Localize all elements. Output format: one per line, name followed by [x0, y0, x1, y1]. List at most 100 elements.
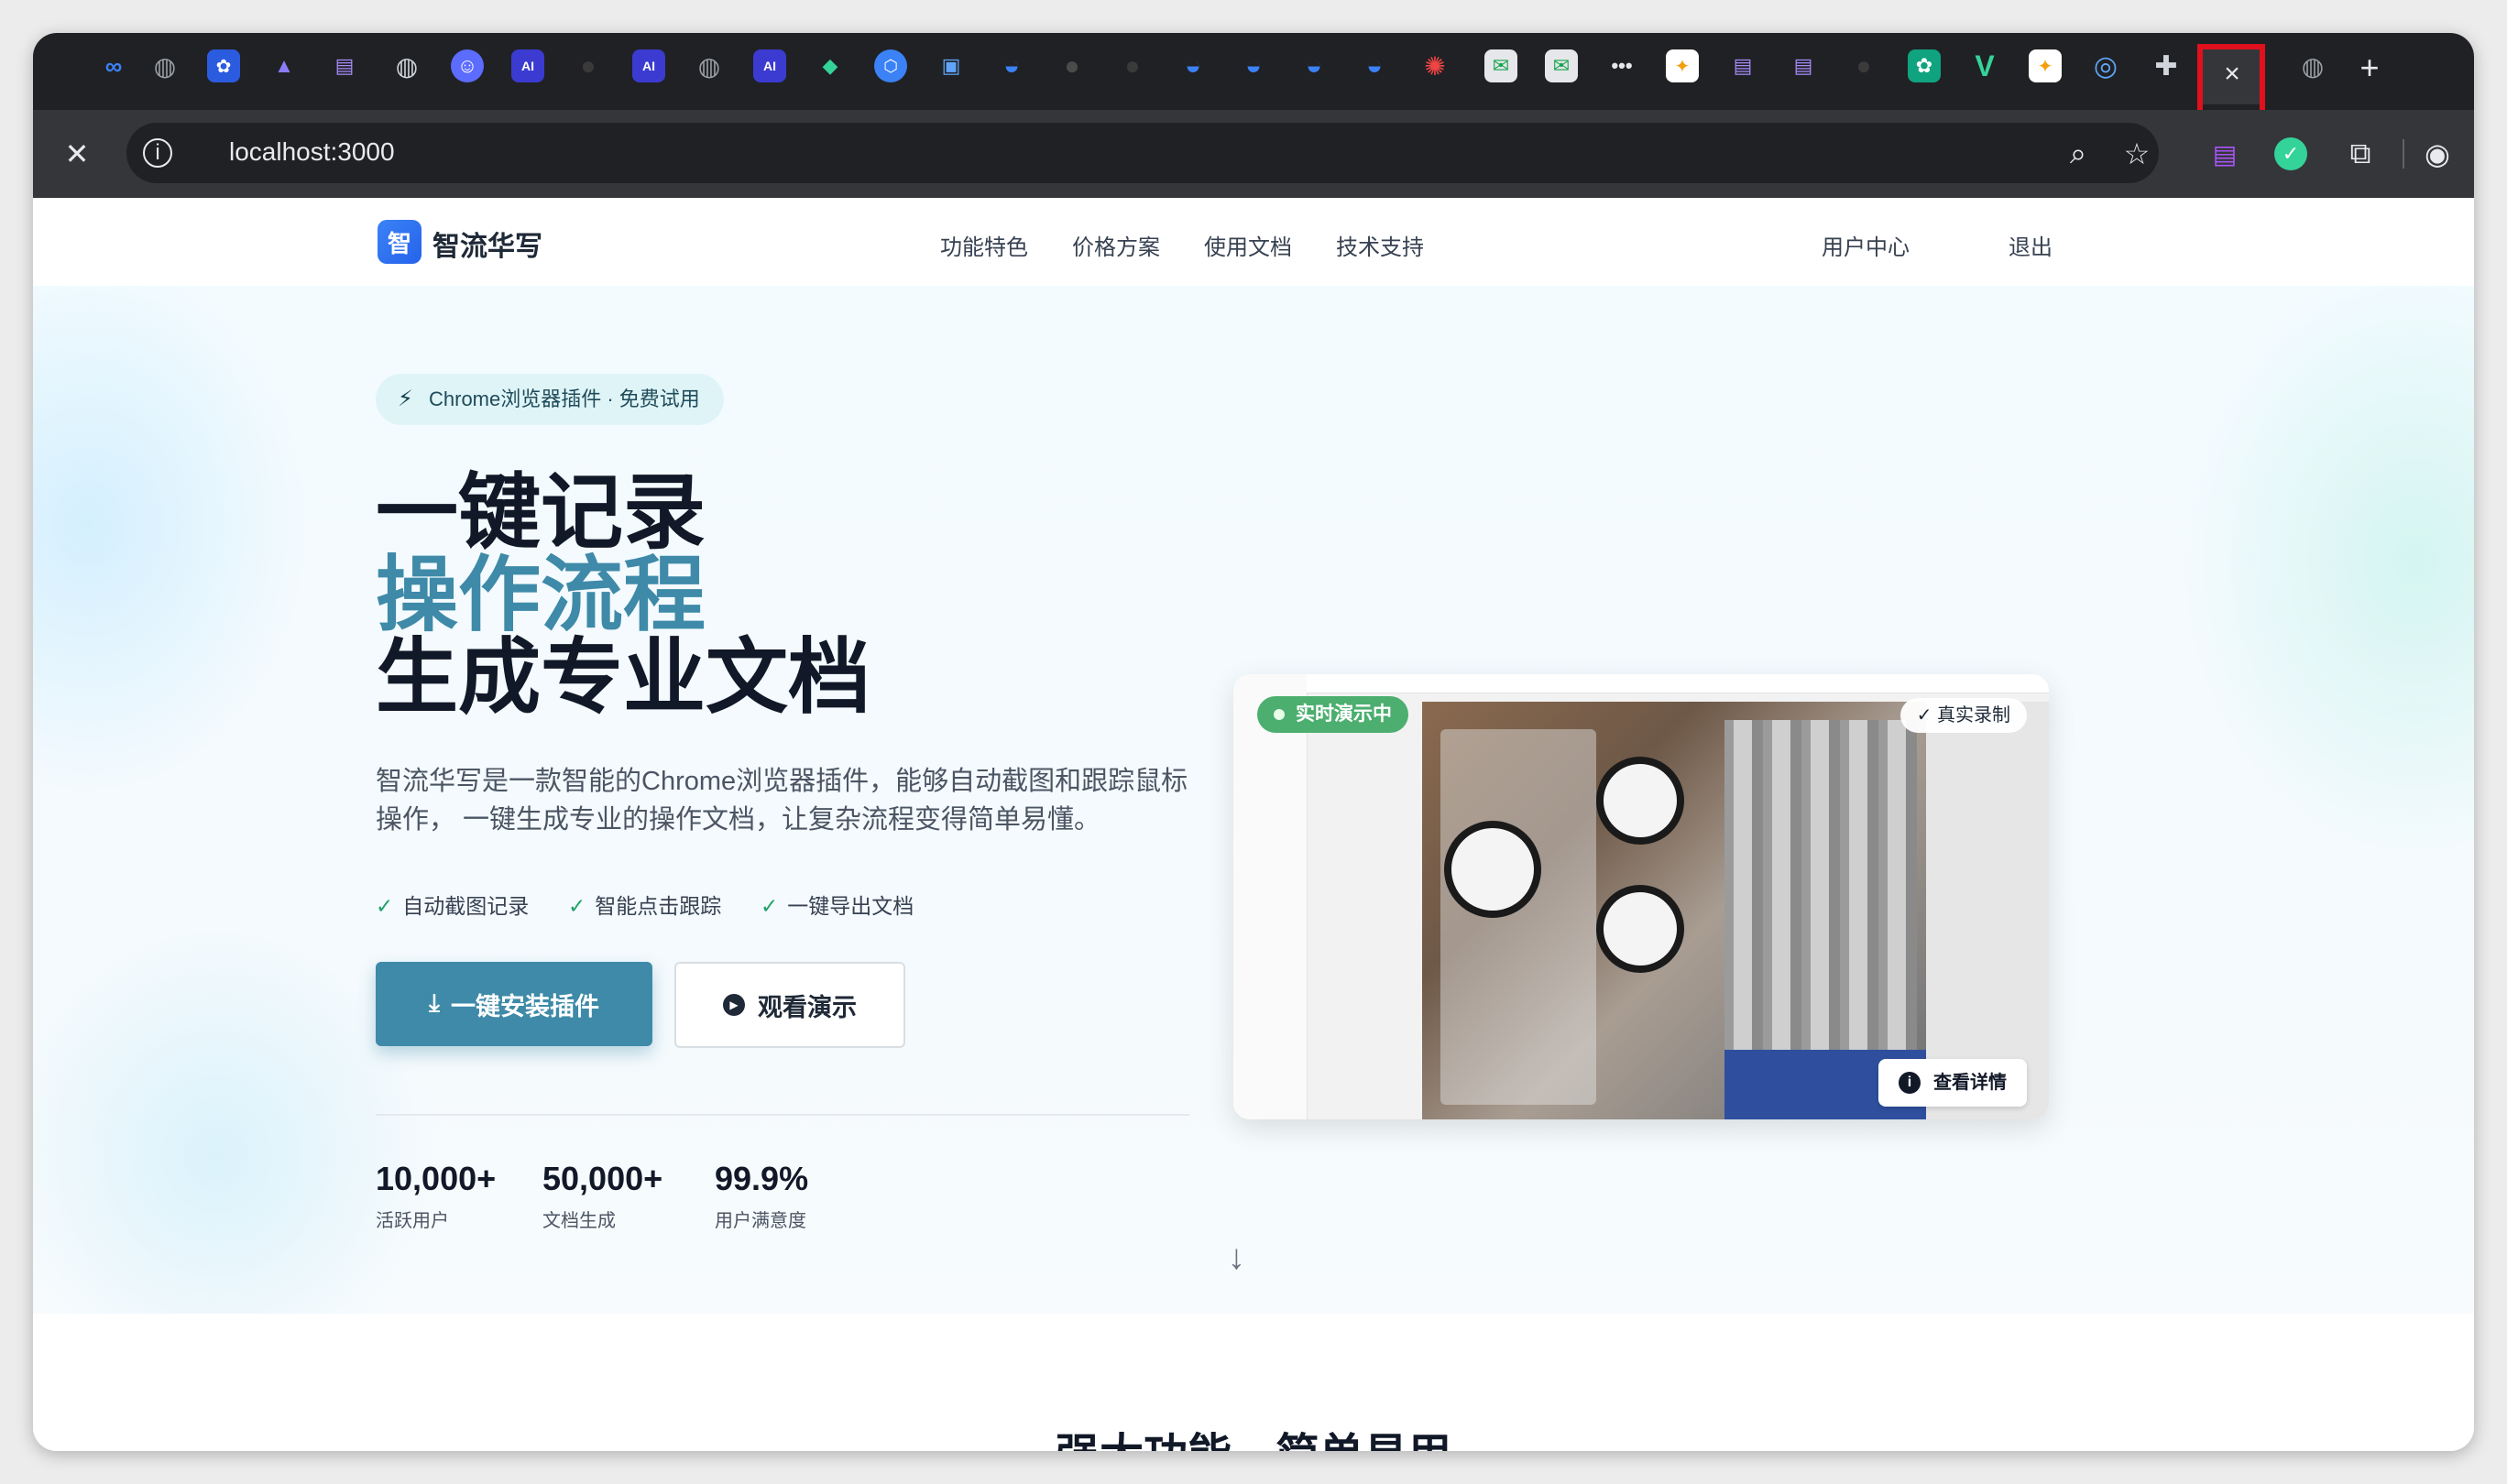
bot-icon[interactable]: ☺: [451, 49, 484, 82]
globe-icon[interactable]: ◍: [390, 49, 423, 82]
feature-label: 自动截图记录: [402, 894, 530, 918]
nav-pricing[interactable]: 价格方案: [1072, 229, 1160, 261]
address-bar[interactable]: i localhost:3000 ⌕ ☆: [126, 123, 2159, 183]
mail-icon[interactable]: ✉: [1484, 49, 1517, 82]
headline-line-2: 操作流程: [376, 550, 706, 641]
globe-icon[interactable]: ◍: [693, 49, 726, 82]
logout-link[interactable]: 退出: [2009, 229, 2053, 261]
edge-icon[interactable]: ◒: [995, 49, 1028, 82]
globe-icon[interactable]: ◍: [148, 49, 181, 82]
trial-badge: ⚡ Chrome浏览器插件 · 免费试用: [376, 374, 724, 425]
wings-icon[interactable]: ▲: [268, 49, 301, 82]
stack-icon[interactable]: ◆: [814, 49, 847, 82]
stat-satisfaction-value: 99.9%: [715, 1160, 809, 1197]
extension-doc-icon[interactable]: ▤: [2208, 137, 2241, 170]
view-details-button[interactable]: i 查看详情: [1878, 1059, 2027, 1107]
image-icon[interactable]: ✦: [1666, 49, 1699, 82]
feature-label: 一键导出文档: [787, 894, 914, 918]
doc-icon[interactable]: ▤: [1726, 49, 1759, 82]
edge-icon[interactable]: ◒: [1358, 49, 1391, 82]
scroll-down-icon[interactable]: ↓: [1228, 1238, 1245, 1278]
globe-icon[interactable]: ◍: [2296, 49, 2329, 82]
demo-right-pane: [1926, 702, 2049, 1119]
demo-burner: [1596, 757, 1684, 845]
demo-panel: [1440, 729, 1596, 1105]
play-icon: ▶: [723, 994, 745, 1016]
bookmark-star-icon[interactable]: ☆: [2118, 136, 2155, 172]
dots-icon[interactable]: •••: [1605, 49, 1638, 82]
openai-icon[interactable]: ✿: [1908, 49, 1941, 82]
demo-preview[interactable]: 实时演示中 ✓ 真实录制 i 查看详情: [1233, 674, 2049, 1119]
puzzle-icon[interactable]: ✚: [2150, 49, 2183, 82]
lightning-icon: ⚡: [398, 387, 413, 411]
check-icon: ✓: [568, 894, 586, 918]
demo-burner: [1444, 821, 1541, 918]
watch-demo-button[interactable]: ▶ 观看演示: [674, 962, 905, 1048]
brand-name[interactable]: 智流华写: [432, 224, 542, 264]
hero-description: 智流华写是一款智能的Chrome浏览器插件，能够自动截图和跟踪鼠标操作， 一键生…: [376, 767, 1188, 835]
info-icon: i: [1899, 1072, 1921, 1094]
github-icon[interactable]: ●: [1116, 49, 1149, 82]
demo-burner: [1596, 885, 1684, 973]
user-center-link[interactable]: 用户中心: [1822, 229, 1910, 261]
ai-icon[interactable]: AI: [632, 49, 665, 82]
github-icon[interactable]: ●: [1847, 49, 1880, 82]
image-icon[interactable]: ✦: [2029, 49, 2062, 82]
demo-topbar: [1307, 674, 2049, 693]
live-dot-icon: [1274, 709, 1285, 720]
vue-icon[interactable]: V: [1968, 49, 2001, 82]
install-extension-button[interactable]: ⤓ 一键安装插件: [376, 962, 652, 1046]
demo-sidebar: [1233, 674, 1308, 1119]
url-text[interactable]: localhost:3000: [229, 137, 395, 167]
ai-icon[interactable]: AI: [511, 49, 544, 82]
demo-photo: [1422, 702, 1926, 1119]
toolbar-divider: [2403, 139, 2404, 169]
stat-users-label: 活跃用户: [376, 1211, 449, 1231]
feature-label: 智能点击跟踪: [595, 894, 722, 918]
meta-icon[interactable]: ∞: [97, 49, 130, 82]
zoom-icon[interactable]: ⌕: [2060, 136, 2096, 172]
github-icon[interactable]: ●: [1056, 49, 1089, 82]
logo-mark[interactable]: 智: [378, 220, 421, 264]
edge-icon[interactable]: ◒: [1237, 49, 1270, 82]
feature-item: ✓ 一键导出文档: [761, 889, 914, 920]
check-icon: ✓: [761, 894, 779, 918]
edge-icon[interactable]: ◒: [1297, 49, 1330, 82]
headline-line-3: 生成专业文档: [376, 632, 870, 724]
stat-users-value: 10,000+: [376, 1160, 497, 1197]
browser-toolbar: ✕ i localhost:3000 ⌕ ☆ ▤ ✓ ⧉ ◉: [33, 110, 2474, 198]
tab-strip: ∞ ◍ ✿ ▲ ▤ ◍ ☺ AI ● AI ◍ AI ◆ ⬡ ▣ ◒ ● ● ◒…: [33, 33, 2474, 110]
octopus-icon[interactable]: ✺: [1418, 49, 1451, 82]
site-info-icon[interactable]: i: [143, 138, 172, 168]
profile-icon[interactable]: ◉: [2419, 136, 2456, 172]
web-page: 智 智流华写 功能特色 价格方案 使用文档 技术支持 用户中心 退出 ⚡ Chr…: [33, 198, 2474, 1451]
new-tab-button[interactable]: +: [2351, 49, 2388, 86]
details-label: 查看详情: [1933, 1073, 2007, 1093]
site-navbar: 智 智流华写 功能特色 价格方案 使用文档 技术支持 用户中心 退出: [33, 198, 2474, 288]
stats-divider: [376, 1114, 1189, 1116]
badge-text: Chrome浏览器插件 · 免费试用: [429, 387, 700, 410]
install-button-label: 一键安装插件: [450, 992, 599, 1020]
doc-icon[interactable]: ▤: [328, 49, 361, 82]
features-section: 强大功能，简单易用: [33, 1314, 2474, 1451]
mail-icon[interactable]: ✉: [1545, 49, 1578, 82]
extensions-puzzle-icon[interactable]: ⧉: [2342, 136, 2379, 172]
nav-features[interactable]: 功能特色: [940, 229, 1028, 261]
edge-icon[interactable]: ◒: [1177, 49, 1210, 82]
github-icon[interactable]: ●: [572, 49, 605, 82]
live-demo-badge: 实时演示中: [1257, 696, 1408, 733]
nav-support[interactable]: 技术支持: [1336, 229, 1424, 261]
browser-window: ∞ ◍ ✿ ▲ ▤ ◍ ☺ AI ● AI ◍ AI ◆ ⬡ ▣ ◒ ● ● ◒…: [33, 33, 2474, 1451]
doc-icon[interactable]: ▤: [1787, 49, 1820, 82]
extension-check-icon[interactable]: ✓: [2274, 137, 2307, 170]
demo-rack: [1724, 720, 1917, 1059]
circle-icon[interactable]: ◎: [2089, 49, 2122, 82]
nav-docs[interactable]: 使用文档: [1204, 229, 1292, 261]
tv-icon[interactable]: ▣: [935, 49, 968, 82]
ai-icon[interactable]: AI: [753, 49, 786, 82]
baidu-icon[interactable]: ✿: [207, 49, 240, 82]
check-icon: ✓: [376, 894, 394, 918]
hex-icon[interactable]: ⬡: [874, 49, 907, 82]
stop-loading-icon[interactable]: ✕: [59, 136, 95, 172]
stat-satisfaction-label: 用户满意度: [715, 1211, 806, 1231]
